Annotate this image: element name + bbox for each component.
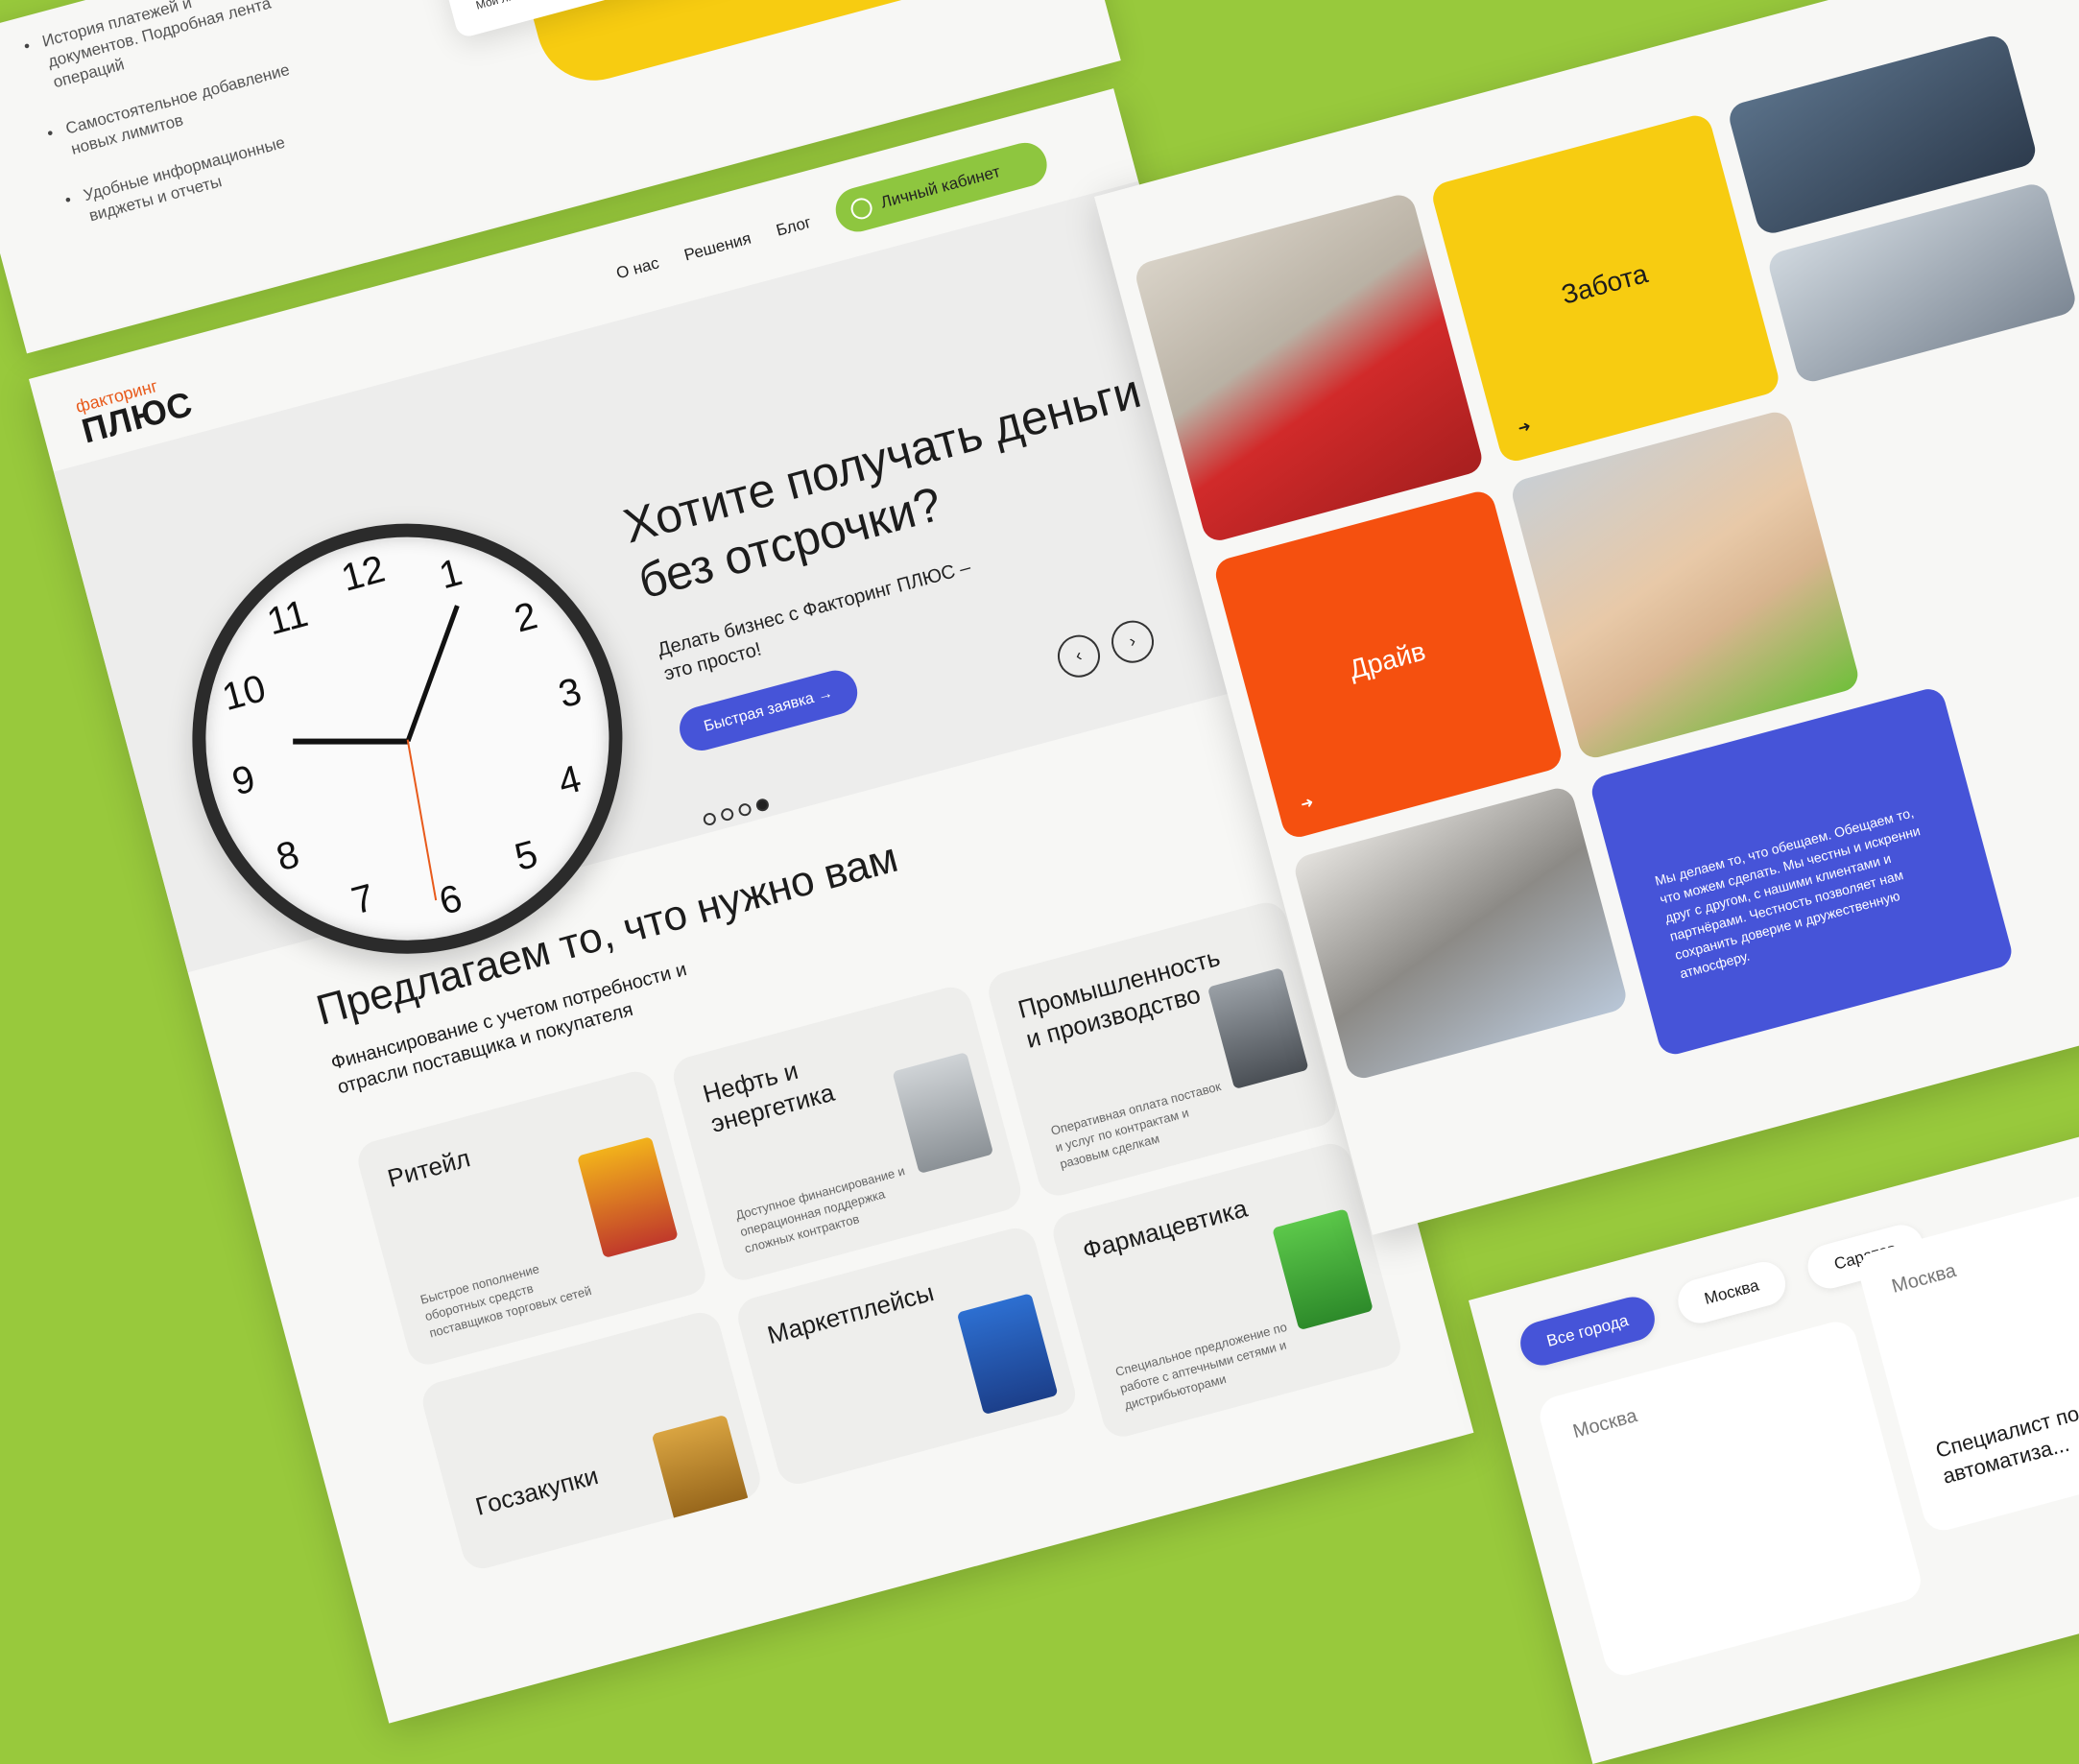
carousel-arrows: ‹ › (1053, 612, 1171, 682)
clock-number: 1 (435, 551, 466, 598)
clock-number: 9 (227, 757, 260, 804)
decorative-blob (514, 0, 1111, 94)
shopping-bag-icon (956, 1293, 1059, 1416)
hero-headline: Хотите получать деньги без отсрочки? (617, 363, 1147, 609)
value-drive-block[interactable]: Драйв ➜ (1211, 488, 1565, 841)
tile-desc: Оперативная оплата поставок и услуг по к… (1049, 1079, 1223, 1172)
employee-photo (1133, 191, 1486, 544)
tile-desc: Специальное предложение по работе с апте… (1113, 1319, 1289, 1413)
nav-blog[interactable]: Блог (775, 213, 814, 241)
tile-desc: Быстрое пополнение оборотных средств пос… (418, 1261, 593, 1341)
carousel-dot[interactable] (719, 806, 735, 822)
vacancy-card[interactable]: Москва (1535, 1317, 1925, 1681)
oil-rig-icon (892, 1052, 994, 1175)
clock-number: 8 (272, 832, 304, 880)
features-list: История платежей и документов. Подробная… (21, 0, 340, 258)
mission-text: Мы делаем то, что обещаем. Обещаем то, ч… (1653, 804, 1923, 982)
clock-number: 7 (346, 876, 379, 923)
logo[interactable]: факторинг ПЛЮС (74, 369, 198, 451)
leaders-photo (1291, 784, 1630, 1083)
limits-label: Мои лимиты (474, 0, 542, 12)
arrow-icon: ➜ (1516, 417, 1533, 438)
value-label: Забота (1558, 258, 1651, 310)
carousel-dot[interactable] (737, 801, 753, 818)
minute-hand (405, 605, 460, 742)
filter-all-cities[interactable]: Все города (1515, 1292, 1661, 1371)
tile-title: Нефть и энергетика (700, 1055, 838, 1138)
quick-request-button[interactable]: Быстрая заявка → (674, 665, 863, 756)
tile-title: Промышленность и производство (1015, 942, 1224, 1054)
value-care-block[interactable]: Забота ➜ (1429, 111, 1782, 465)
clock-number: 2 (510, 594, 542, 641)
clock-number: 11 (262, 592, 313, 644)
clock-number: 10 (218, 667, 271, 720)
carousel-dot-active[interactable] (754, 797, 771, 813)
emblem-icon (651, 1414, 753, 1537)
vacancy-city: Москва (1889, 1259, 1959, 1298)
hero-banner: 12 1 2 3 4 5 6 7 8 9 10 11 Хотите получа… (53, 180, 1273, 1003)
clock-number: 3 (554, 670, 586, 717)
clock-number: 5 (510, 832, 542, 879)
clock-number: 12 (337, 547, 390, 600)
account-label: Личный кабинет (878, 162, 1003, 212)
tile-title: Госзакупки (472, 1461, 602, 1521)
nav-about[interactable]: О нас (614, 253, 661, 283)
user-icon (848, 195, 875, 222)
prev-arrow-icon[interactable]: ‹ (1053, 630, 1105, 682)
shelf-icon (577, 1136, 679, 1259)
pharmacy-icon (1272, 1208, 1374, 1331)
clock-number: 4 (554, 757, 585, 804)
tile-title: Ритейл (384, 1143, 474, 1193)
arrow-icon: ➜ (1299, 794, 1316, 814)
factory-icon (1207, 967, 1309, 1090)
vacancy-title: Специалист по автоматиза... (1932, 1400, 2079, 1489)
carousel-dots (702, 796, 776, 827)
tile-title: Фармацевтика (1079, 1193, 1251, 1266)
hour-hand (293, 738, 409, 745)
tile-desc: Доступное финансирование и операционная … (733, 1163, 907, 1256)
carousel-dot[interactable] (702, 811, 718, 827)
filter-moscow[interactable]: Москва (1673, 1256, 1791, 1328)
next-arrow-icon[interactable]: › (1107, 615, 1159, 668)
clock-number: 6 (435, 876, 466, 923)
second-hand (406, 739, 438, 901)
nav-solutions[interactable]: Решения (682, 229, 753, 266)
vacancy-city: Москва (1570, 1405, 1640, 1443)
tile-title: Маркетплейсы (764, 1277, 937, 1350)
employee-photo (1508, 408, 1862, 762)
vacancies-section: Все города Москва Саратов Москва Москва … (1469, 1101, 2079, 1764)
value-label: Драйв (1346, 635, 1429, 685)
